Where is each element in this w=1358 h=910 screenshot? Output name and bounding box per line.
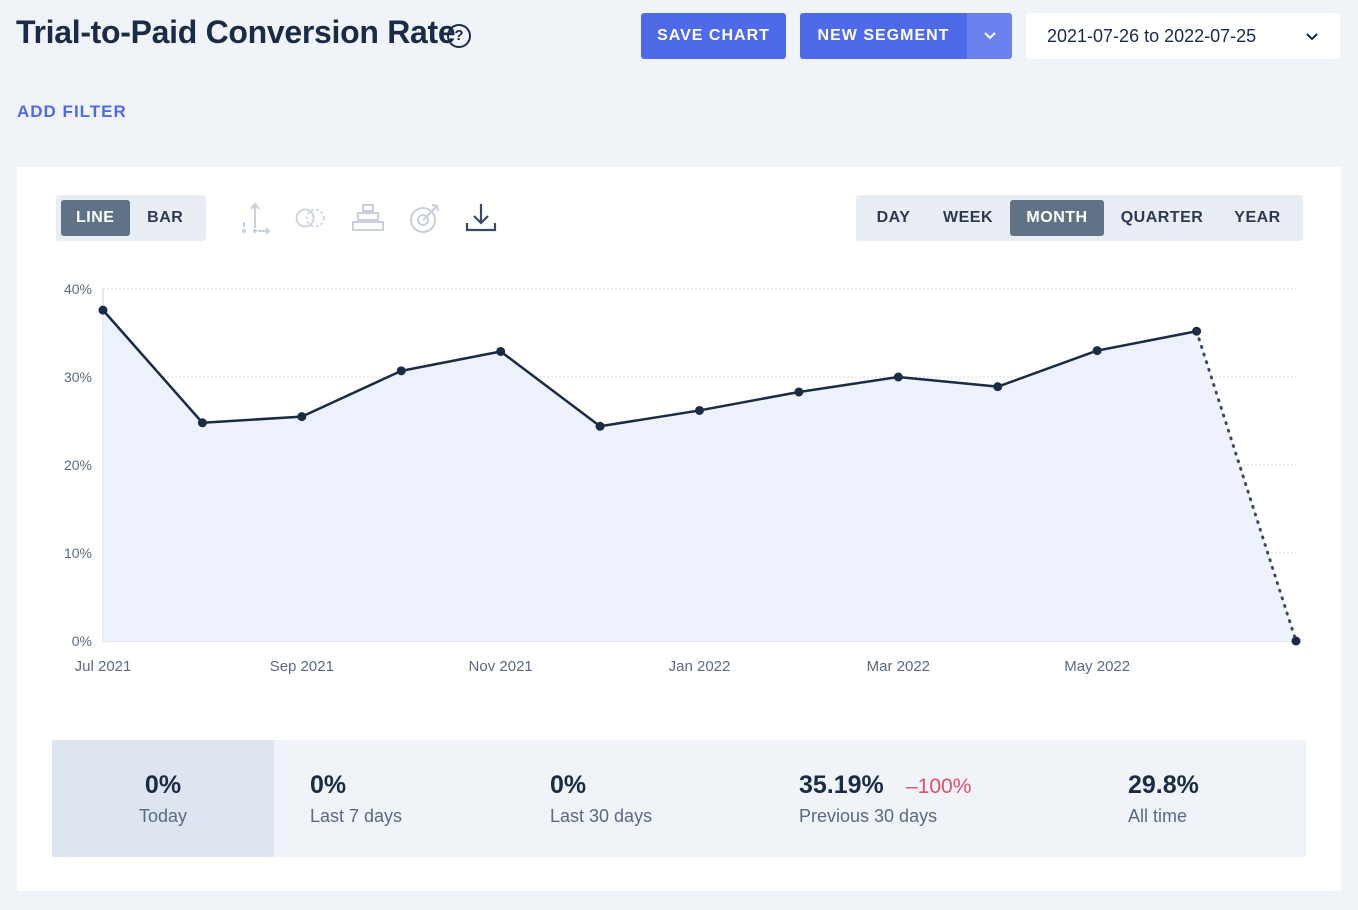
data-point[interactable] [1192, 326, 1202, 336]
chart-type-bar[interactable]: BAR [130, 200, 201, 236]
stat-today[interactable]: 0% Today [52, 740, 274, 857]
stats-bar: 0% Today 0% Last 7 days 0% Last 30 days … [52, 740, 1306, 857]
date-range-value: 2021-07-26 to 2022-07-25 [1047, 25, 1257, 46]
y-tick-label: 30% [64, 369, 92, 385]
x-tick-label: Jul 2021 [75, 658, 132, 675]
stat-value: 0% [550, 771, 587, 799]
stat-label: Previous 30 days [799, 806, 938, 826]
data-point[interactable] [893, 372, 903, 382]
help-icon[interactable]: ? [447, 24, 471, 48]
data-point[interactable] [1092, 346, 1102, 356]
x-tick-label: Nov 2021 [469, 658, 533, 675]
x-tick-label: Mar 2022 [867, 658, 930, 675]
segment-dropdown-toggle[interactable] [967, 13, 1012, 59]
chart-type-line[interactable]: LINE [61, 200, 130, 236]
period-quarter[interactable]: QUARTER [1104, 200, 1220, 236]
y-tick-label: 10% [64, 545, 92, 561]
stat-value: 29.8% [1128, 771, 1199, 799]
data-point[interactable] [297, 412, 307, 422]
period-month[interactable]: MONTH [1010, 200, 1104, 236]
y-tick-label: 40% [64, 281, 92, 297]
stat-last-30-days[interactable]: 0% Last 30 days [514, 740, 764, 857]
stat-label: All time [1128, 806, 1188, 826]
page-title: Trial-to-Paid Conversion Rate [16, 14, 456, 50]
x-tick-label: May 2022 [1064, 658, 1130, 675]
stat-last-7-days[interactable]: 0% Last 7 days [274, 740, 514, 857]
stat-previous-30-days[interactable]: 35.19% –100% Previous 30 days [764, 740, 1094, 857]
stat-label: Last 30 days [550, 806, 653, 826]
data-point[interactable] [595, 421, 605, 431]
stat-value: 0% [144, 771, 182, 799]
data-point[interactable] [695, 405, 704, 415]
date-range-picker[interactable]: 2021-07-26 to 2022-07-25 [1026, 13, 1340, 59]
x-tick-label: Jan 2022 [669, 658, 731, 675]
chart-type-toggle: LINE BAR [56, 195, 206, 241]
x-tick-label: Sep 2021 [270, 658, 334, 675]
stat-value: 0% [310, 771, 347, 799]
goal-icon[interactable] [408, 201, 442, 235]
data-point[interactable] [993, 382, 1003, 392]
chevron-down-icon [983, 32, 996, 40]
data-point[interactable] [98, 305, 108, 315]
stat-label: Last 7 days [310, 806, 403, 826]
y-tick-label: 20% [64, 457, 92, 473]
period-week[interactable]: WEEK [926, 200, 1010, 236]
period-day[interactable]: DAY [861, 200, 926, 236]
chart-card: LINE BAR DAY WEEK MONTH QUARTER YEAR 0% … [17, 167, 1341, 891]
stat-label: Today [138, 806, 188, 826]
period-year[interactable]: YEAR [1220, 200, 1295, 236]
new-segment-button[interactable]: NEW SEGMENT [800, 13, 967, 59]
stack-icon[interactable] [351, 201, 385, 235]
line-chart: 0% 10% 20% 30% 40% Jul 2021 Sep 2021 Nov 2021 J… [64, 281, 1301, 675]
chevron-down-icon [1306, 33, 1318, 41]
compare-icon[interactable] [294, 201, 328, 235]
y-tick-label: 0% [72, 633, 92, 649]
axis-icon[interactable] [238, 201, 272, 235]
area-fill [103, 310, 1296, 641]
add-filter-link[interactable]: ADD FILTER [17, 102, 127, 122]
download-icon[interactable] [464, 201, 498, 235]
data-point[interactable] [197, 418, 207, 428]
save-chart-button[interactable]: SAVE CHART [641, 13, 786, 59]
stat-value: 35.19% [799, 771, 884, 799]
period-toggle: DAY WEEK MONTH QUARTER YEAR [856, 195, 1303, 241]
data-point[interactable] [1291, 636, 1301, 646]
stat-change: –100% [906, 775, 972, 798]
data-point[interactable] [396, 366, 406, 376]
stat-all-time[interactable]: 29.8% All time [1094, 740, 1306, 857]
data-point[interactable] [794, 387, 804, 397]
data-point[interactable] [496, 346, 506, 356]
